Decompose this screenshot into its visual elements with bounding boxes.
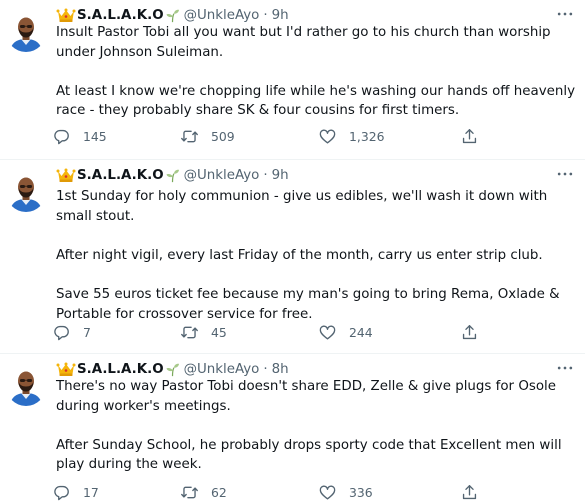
display-name[interactable]: S.A.L.A.K.O [56,167,184,183]
share-icon [460,483,479,501]
tweet-text: Insult Pastor Tobi all you want but I'd … [56,23,576,121]
tweet-header: S.A.L.A.K.O @UnkleAyo · 9h [56,5,289,25]
crown-icon [56,167,76,183]
tweet-text: There's no way Pastor Tobi doesn't share… [56,377,576,475]
retweet-button[interactable]: 62 [180,480,227,501]
action-bar: 7 45 244 [48,320,488,344]
crown-icon [56,7,76,23]
seedling-icon [165,362,180,377]
avatar[interactable] [6,12,46,52]
display-name[interactable]: S.A.L.A.K.O [56,361,184,377]
more-options-button[interactable] [553,4,577,24]
action-bar: 145 509 1,326 [48,124,488,148]
display-name-text: S.A.L.A.K.O [77,167,164,183]
display-name-text: S.A.L.A.K.O [77,7,164,23]
avatar-image [6,366,46,406]
user-handle[interactable]: @UnkleAyo [184,168,260,183]
tweet-paragraph: After Sunday School, he probably drops s… [56,437,562,473]
tweet-header: S.A.L.A.K.O @UnkleAyo · 9h [56,165,289,185]
retweet-icon [180,323,199,342]
reply-button[interactable]: 17 [52,480,99,501]
tweet-paragraph: After night vigil, every last Friday of … [56,247,543,263]
retweet-count: 45 [211,324,227,340]
retweet-button[interactable]: 45 [180,320,227,344]
more-horizontal-icon [555,358,575,378]
reply-count: 145 [83,128,107,144]
retweet-icon [180,483,199,501]
timestamp[interactable]: 8h [272,362,289,377]
like-count: 244 [349,324,373,340]
display-name[interactable]: S.A.L.A.K.O [56,7,184,23]
like-button[interactable]: 1,326 [318,124,384,148]
share-button[interactable] [460,480,479,501]
tweet-paragraph: 1st Sunday for holy communion - give us … [56,189,548,224]
tweet-paragraph: Save 55 euros ticket fee because my man'… [56,286,560,322]
share-icon [460,127,479,146]
like-count: 1,326 [349,128,385,144]
user-handle[interactable]: @UnkleAyo [184,8,260,23]
tweet-header: S.A.L.A.K.O @UnkleAyo · 8h [56,359,289,379]
tweet[interactable]: S.A.L.A.K.O @UnkleAyo · 9h 1st Sunday fo… [0,160,585,354]
tweet-paragraph: Insult Pastor Tobi all you want but I'd … [56,25,551,60]
reply-button[interactable]: 7 [52,320,91,344]
reply-icon [52,323,71,342]
action-bar: 17 62 336 [48,480,488,501]
reply-icon [52,127,71,146]
retweet-button[interactable]: 509 [180,124,235,148]
more-horizontal-icon [555,4,575,24]
tweet-text: 1st Sunday for holy communion - give us … [56,187,576,324]
like-button[interactable]: 244 [318,320,373,344]
tweet[interactable]: S.A.L.A.K.O @UnkleAyo · 9h Insult Pastor… [0,0,585,160]
tweet-paragraph: There's no way Pastor Tobi doesn't share… [56,379,556,414]
retweet-icon [180,127,199,146]
retweet-count: 509 [211,128,235,144]
share-icon [460,323,479,342]
separator-dot: · [263,7,268,23]
avatar[interactable] [6,366,46,406]
more-options-button[interactable] [553,358,577,378]
reply-icon [52,483,71,501]
timestamp[interactable]: 9h [272,8,289,23]
timestamp[interactable]: 9h [272,168,289,183]
tweet[interactable]: S.A.L.A.K.O @UnkleAyo · 8h There's no wa… [0,354,585,501]
tweet-feed: S.A.L.A.K.O @UnkleAyo · 9h Insult Pastor… [0,0,585,501]
seedling-icon [165,168,180,183]
more-horizontal-icon [555,164,575,184]
heart-icon [318,483,337,501]
display-name-text: S.A.L.A.K.O [77,361,164,377]
heart-icon [318,323,337,342]
separator-dot: · [263,167,268,183]
user-handle[interactable]: @UnkleAyo [184,362,260,377]
avatar[interactable] [6,172,46,212]
separator-dot: · [263,361,268,377]
reply-button[interactable]: 145 [52,124,107,148]
retweet-count: 62 [211,484,227,500]
tweet-paragraph: At least I know we're chopping life whil… [56,83,576,119]
like-button[interactable]: 336 [318,480,373,501]
crown-icon [56,361,76,377]
heart-icon [318,127,337,146]
more-options-button[interactable] [553,164,577,184]
avatar-image [6,172,46,212]
reply-count: 17 [83,484,99,500]
share-button[interactable] [460,124,479,148]
like-count: 336 [349,484,373,500]
avatar-image [6,12,46,52]
share-button[interactable] [460,320,479,344]
reply-count: 7 [83,324,91,340]
seedling-icon [165,8,180,23]
